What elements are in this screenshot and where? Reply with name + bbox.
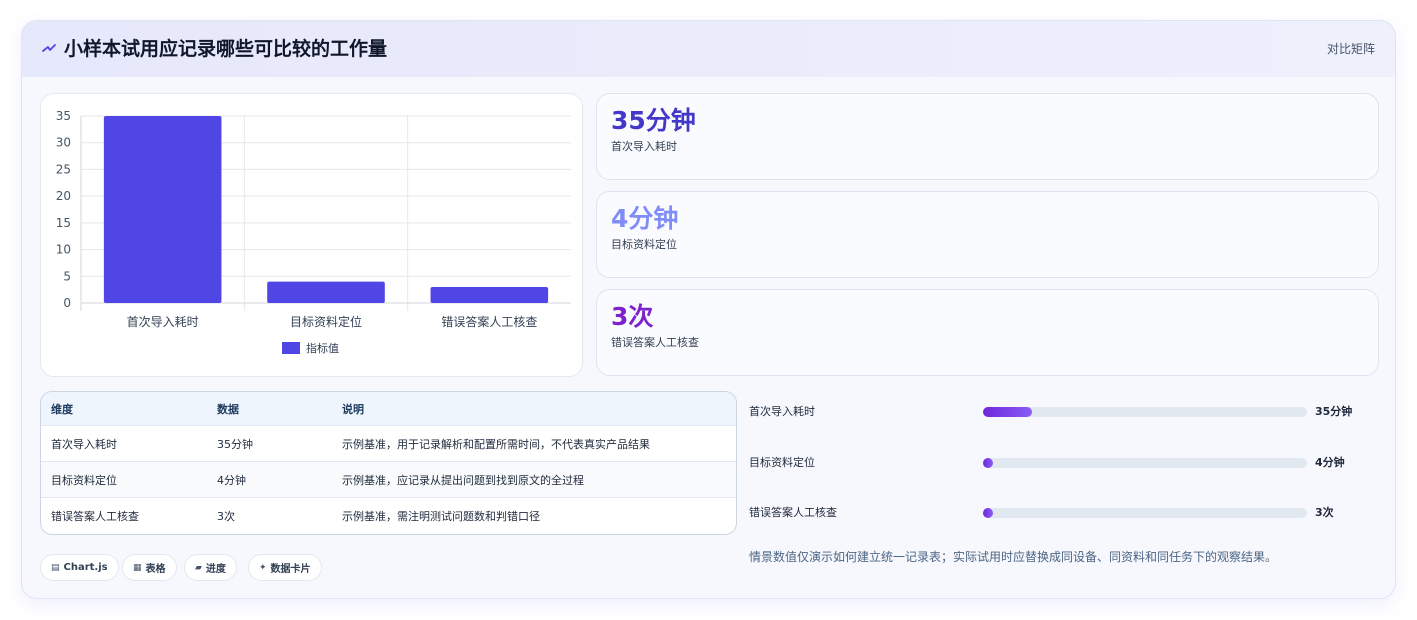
pill-label: 表格 bbox=[145, 564, 166, 575]
tag-progress[interactable]: ▰ 进度 bbox=[184, 554, 237, 581]
y-tick-label: 0 bbox=[63, 296, 71, 310]
footnote: 情景数值仅演示如何建立统一记录表；实际试用时应替换成同设备、同资料和同任务下的观… bbox=[749, 550, 1278, 564]
table-cell: 首次导入耗时 bbox=[51, 437, 117, 451]
progress-label: 目标资料定位 bbox=[749, 456, 815, 469]
progress-value: 3次 bbox=[1315, 506, 1334, 519]
progress-row: 目标资料定位 4分钟 bbox=[749, 453, 1369, 473]
table-row: 错误答案人工核查 3次 示例基准，需注明测试问题数和判错口径 bbox=[41, 498, 736, 534]
y-tick-label: 10 bbox=[56, 243, 71, 257]
bar bbox=[103, 116, 222, 303]
page-title: 小样本试用应记录哪些可比较的工作量 bbox=[64, 38, 388, 60]
stat-card-import: 35分钟 首次导入耗时 bbox=[596, 93, 1379, 180]
table-row: 首次导入耗时 35分钟 示例基准，用于记录解析和配置所需时间，不代表真实产品结果 bbox=[41, 426, 736, 462]
x-tick-label: 错误答案人工核查 bbox=[441, 314, 537, 329]
stat-label: 错误答案人工核查 bbox=[611, 336, 699, 349]
stat-value: 3次 bbox=[611, 302, 654, 331]
progress-row: 错误答案人工核查 3次 bbox=[749, 503, 1369, 523]
x-tick-label: 首次导入耗时 bbox=[127, 315, 199, 329]
table-cell: 示例基准，应记录从提出问题到找到原文的全过程 bbox=[342, 473, 584, 487]
y-tick-label: 5 bbox=[63, 269, 71, 283]
progress-row: 首次导入耗时 35分钟 bbox=[749, 402, 1369, 422]
table-header-row: 维度 数据 说明 bbox=[41, 392, 736, 426]
bar-chart-panel: 0 5 10 15 20 25 30 35 首次导入耗时 目标资料定位 错误答案人工核查指标值 bbox=[40, 93, 583, 377]
table-cell: 示例基准，需注明测试问题数和判错口径 bbox=[342, 510, 540, 523]
stat-label: 目标资料定位 bbox=[611, 238, 677, 251]
pill-label: 进度 bbox=[205, 564, 226, 575]
main-card: 小样本试用应记录哪些可比较的工作量 对比矩阵 0 5 10 15 20 25 30 35 首次导… bbox=[21, 20, 1396, 599]
table-cell: 错误答案人工核查 bbox=[51, 510, 139, 523]
chart-icon: ▤ bbox=[51, 562, 60, 573]
progress-fill bbox=[983, 407, 1032, 417]
legend-label: 指标值 bbox=[306, 341, 339, 355]
bar-chart: 0 5 10 15 20 25 30 35 首次导入耗时 目标资料定位 错误答案人工核查指标值 bbox=[56, 109, 571, 355]
tag-data-cards[interactable]: ✦ 数据卡片 bbox=[248, 554, 322, 581]
stat-card-locate: 4分钟 目标资料定位 bbox=[596, 191, 1379, 278]
tag-table[interactable]: ▦ 表格 bbox=[122, 554, 177, 581]
bar bbox=[267, 281, 385, 303]
progress-value: 4分钟 bbox=[1315, 456, 1345, 469]
tag-chartjs[interactable]: ▤ Chart.js bbox=[40, 554, 119, 581]
table-header-cell: 说明 bbox=[342, 402, 364, 416]
y-tick-label: 15 bbox=[56, 216, 71, 230]
stat-value: 4分钟 bbox=[611, 204, 679, 233]
table-cell: 目标资料定位 bbox=[51, 473, 117, 487]
stat-value: 35分钟 bbox=[611, 106, 696, 135]
stat-label: 首次导入耗时 bbox=[611, 140, 677, 153]
table-cell: 示例基准，用于记录解析和配置所需时间，不代表真实产品结果 bbox=[342, 437, 650, 451]
table-row: 目标资料定位 4分钟 示例基准，应记录从提出问题到找到原文的全过程 bbox=[41, 462, 736, 498]
legend-swatch bbox=[282, 342, 300, 354]
y-tick-label: 25 bbox=[56, 162, 71, 176]
progress-icon: ▰ bbox=[195, 562, 202, 573]
table-header-cell: 数据 bbox=[217, 402, 239, 416]
progress-value: 35分钟 bbox=[1315, 405, 1353, 418]
stat-card-review: 3次 错误答案人工核查 bbox=[596, 289, 1379, 376]
y-tick-label: 20 bbox=[56, 189, 71, 203]
progress-track bbox=[983, 458, 1307, 468]
table-cell: 35分钟 bbox=[217, 437, 253, 451]
progress-fill bbox=[983, 458, 993, 468]
y-tick-label: 30 bbox=[56, 136, 71, 150]
bar bbox=[430, 286, 549, 303]
pill-label: 数据卡片 bbox=[270, 564, 311, 575]
sparkle-icon: ✦ bbox=[259, 562, 267, 573]
x-tick-label: 目标资料定位 bbox=[290, 314, 362, 329]
table-icon: ▦ bbox=[133, 562, 142, 573]
progress-fill bbox=[983, 508, 993, 518]
progress-label: 错误答案人工核查 bbox=[749, 506, 837, 519]
header-tag: 对比矩阵 bbox=[1326, 42, 1375, 56]
y-tick-label: 35 bbox=[56, 109, 71, 123]
data-table: 维度 数据 说明 首次导入耗时 35分钟 示例基准，用于记录解析和配置所需时间，… bbox=[40, 391, 737, 535]
card-header: 小样本试用应记录哪些可比较的工作量 对比矩阵 bbox=[22, 21, 1395, 77]
table-cell: 3次 bbox=[217, 510, 235, 523]
progress-track bbox=[983, 407, 1307, 417]
pill-label: Chart.js bbox=[63, 562, 108, 573]
spark-icon bbox=[42, 44, 56, 52]
progress-track bbox=[983, 508, 1307, 518]
progress-label: 首次导入耗时 bbox=[749, 405, 815, 418]
table-cell: 4分钟 bbox=[217, 473, 246, 487]
table-header-cell: 维度 bbox=[51, 402, 73, 416]
